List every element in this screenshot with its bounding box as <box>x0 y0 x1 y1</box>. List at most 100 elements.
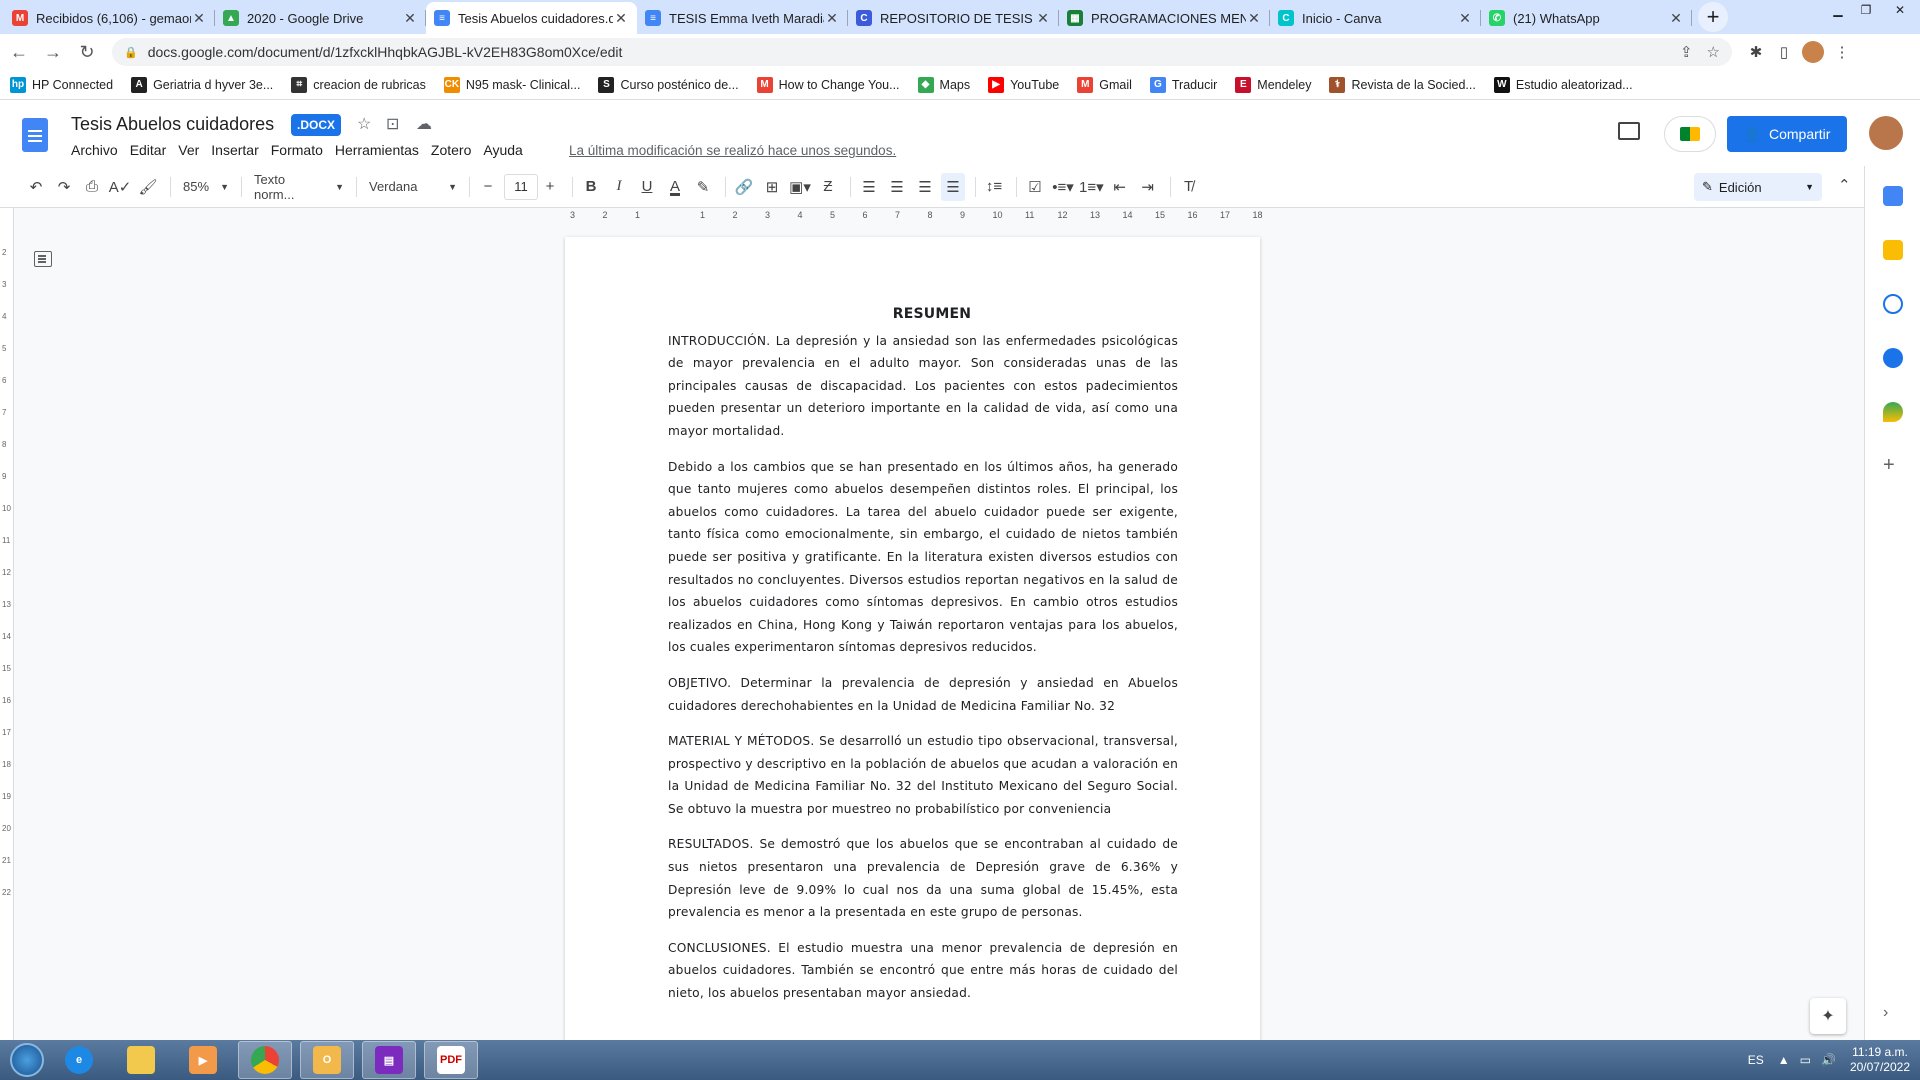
collapse-menus-icon[interactable]: ⌃ <box>1838 176 1851 194</box>
redo-icon[interactable]: ↷ <box>52 173 76 201</box>
menu-item[interactable]: Ver <box>178 142 199 158</box>
underline-icon[interactable]: U <box>635 173 659 201</box>
add-addon-icon[interactable]: + <box>1883 454 1895 477</box>
menu-item[interactable]: Editar <box>130 142 167 158</box>
tab-close-icon[interactable]: ✕ <box>402 10 418 27</box>
add-comment-icon[interactable]: ⊞ <box>760 173 784 201</box>
bookmark-item[interactable]: ▶ YouTube <box>988 76 1059 93</box>
tray-expand-icon[interactable]: ▲ <box>1778 1053 1790 1067</box>
keep-icon[interactable] <box>1883 240 1903 260</box>
tab-close-icon[interactable]: ✕ <box>613 10 629 27</box>
forward-icon[interactable]: → <box>38 37 68 67</box>
menu-item[interactable]: Insertar <box>211 142 258 158</box>
maps-icon[interactable] <box>1883 402 1903 422</box>
taskbar-ie[interactable]: e <box>52 1041 106 1079</box>
align-center-icon[interactable]: ☰ <box>885 173 909 201</box>
reload-icon[interactable]: ↻ <box>72 37 102 67</box>
document-outline-icon[interactable] <box>34 251 52 267</box>
editing-mode-select[interactable]: ✎ Edición ▼ <box>1694 173 1822 201</box>
bookmark-item[interactable]: CK N95 mask- Clinical... <box>443 76 580 93</box>
tab-close-icon[interactable]: ✕ <box>1668 10 1684 27</box>
document-page[interactable]: RESUMEN INTRODUCCIÓN. La depresión y la … <box>565 237 1260 1040</box>
browser-tab[interactable]: C REPOSITORIO DE TESIS UM✕ <box>848 2 1059 34</box>
cloud-status-icon[interactable]: ☁ <box>416 114 432 134</box>
browser-tab[interactable]: ✆ (21) WhatsApp ✕ <box>1481 2 1692 34</box>
bold-icon[interactable]: B <box>579 173 603 201</box>
show-side-panel-icon[interactable]: › <box>1883 1004 1888 1022</box>
numbered-list-icon[interactable]: 1≡▾ <box>1079 173 1104 201</box>
share-button[interactable]: 👤 Compartir <box>1727 116 1847 152</box>
bookmark-item[interactable]: G Traducir <box>1149 76 1217 93</box>
meet-button[interactable] <box>1664 116 1716 152</box>
menu-item[interactable]: Ayuda <box>483 142 522 158</box>
highlight-icon[interactable]: ✎ <box>691 173 715 201</box>
align-right-icon[interactable]: ☰ <box>913 173 937 201</box>
language-indicator[interactable]: ES <box>1748 1053 1764 1067</box>
bookmark-item[interactable]: W Estudio aleatorizad... <box>1493 76 1633 93</box>
taskbar-chrome[interactable] <box>238 1041 292 1079</box>
clear-format-z-icon[interactable]: Ƶ <box>816 173 840 201</box>
taskbar-media[interactable]: ▶ <box>176 1041 230 1079</box>
taskbar-winrar[interactable]: ▤ <box>362 1041 416 1079</box>
spellcheck-icon[interactable]: A✓ <box>108 173 132 201</box>
taskbar-explorer[interactable] <box>114 1041 168 1079</box>
share-page-icon[interactable]: ⇪ <box>1680 43 1693 61</box>
zoom-select[interactable]: 85% ▼ <box>177 179 235 194</box>
taskbar-outlook[interactable]: O <box>300 1041 354 1079</box>
browser-tab[interactable]: C Inicio - Canva ✕ <box>1270 2 1481 34</box>
align-left-icon[interactable]: ☰ <box>857 173 881 201</box>
comments-icon[interactable] <box>1618 122 1640 140</box>
align-justify-icon[interactable]: ☰ <box>941 172 965 201</box>
minimize-button[interactable]: ▁ <box>1824 0 1852 20</box>
tab-close-icon[interactable]: ✕ <box>1035 10 1051 27</box>
undo-icon[interactable]: ↶ <box>24 173 48 201</box>
document-title[interactable]: Tesis Abuelos cuidadores <box>71 114 274 135</box>
last-edit-link[interactable]: La última modificación se realizó hace u… <box>569 143 896 158</box>
tab-close-icon[interactable]: ✕ <box>1246 10 1262 27</box>
bulleted-list-icon[interactable]: •≡▾ <box>1051 173 1075 201</box>
bookmark-item[interactable]: ⚕ Revista de la Socied... <box>1329 76 1476 93</box>
clock[interactable]: 11:19 a.m. 20/07/2022 <box>1850 1045 1910 1075</box>
menu-item[interactable]: Zotero <box>431 142 471 158</box>
browser-tab[interactable]: ≡ Tesis Abuelos cuidadores.do ✕ <box>426 2 637 34</box>
menu-item[interactable]: Formato <box>271 142 323 158</box>
taskbar-pdf[interactable]: PDF <box>424 1041 478 1079</box>
line-spacing-icon[interactable]: ↕≡ <box>982 173 1006 201</box>
insert-image-icon[interactable]: ▣▾ <box>788 173 812 201</box>
contacts-icon[interactable] <box>1883 348 1903 368</box>
browser-tab[interactable]: ▦ PROGRAMACIONES MENSU✕ <box>1059 2 1270 34</box>
profile-avatar[interactable] <box>1802 41 1824 63</box>
restore-button[interactable]: ❐ <box>1852 0 1880 20</box>
paint-format-icon[interactable]: 🖌 <box>136 173 160 201</box>
clear-formatting-icon[interactable]: T̸ <box>1177 173 1201 201</box>
bookmark-star-icon[interactable]: ☆ <box>1707 43 1720 61</box>
start-button[interactable] <box>10 1043 44 1077</box>
extensions-icon[interactable]: ✱ <box>1742 38 1770 66</box>
browser-tab[interactable]: M Recibidos (6,106) - gemaor ✕ <box>4 2 215 34</box>
account-avatar[interactable] <box>1869 116 1903 150</box>
increase-font-size-button[interactable]: + <box>538 173 562 201</box>
browser-tab[interactable]: ≡ TESIS Emma Iveth Maradiag ✕ <box>637 2 848 34</box>
volume-icon[interactable]: 🔊 <box>1821 1053 1836 1067</box>
bookmark-item[interactable]: E Mendeley <box>1235 76 1311 93</box>
bookmark-item[interactable]: ⌗ creacion de rubricas <box>291 76 426 93</box>
move-folder-icon[interactable]: ⊡ <box>386 114 399 134</box>
star-icon[interactable]: ☆ <box>357 114 371 134</box>
tab-close-icon[interactable]: ✕ <box>191 10 207 27</box>
bookmark-item[interactable]: hp HP Connected <box>10 76 113 93</box>
docs-logo-icon[interactable] <box>22 118 48 152</box>
new-tab-button[interactable]: + <box>1698 2 1728 32</box>
italic-icon[interactable]: I <box>607 173 631 201</box>
network-icon[interactable]: ▭ <box>1800 1053 1811 1067</box>
bookmark-item[interactable]: ◆ Maps <box>917 76 970 93</box>
close-window-button[interactable]: ✕ <box>1880 0 1920 20</box>
bookmark-item[interactable]: M Gmail <box>1077 76 1132 93</box>
back-icon[interactable]: ← <box>4 37 34 67</box>
decrease-font-size-button[interactable]: − <box>476 173 500 201</box>
tasks-icon[interactable] <box>1883 294 1903 314</box>
calendar-icon[interactable] <box>1883 186 1903 206</box>
increase-indent-icon[interactable]: ⇥ <box>1136 173 1160 201</box>
bookmark-item[interactable]: M How to Change You... <box>756 76 900 93</box>
side-panel-icon[interactable]: ▯ <box>1770 38 1798 66</box>
browser-menu-icon[interactable]: ⋮ <box>1828 38 1856 66</box>
